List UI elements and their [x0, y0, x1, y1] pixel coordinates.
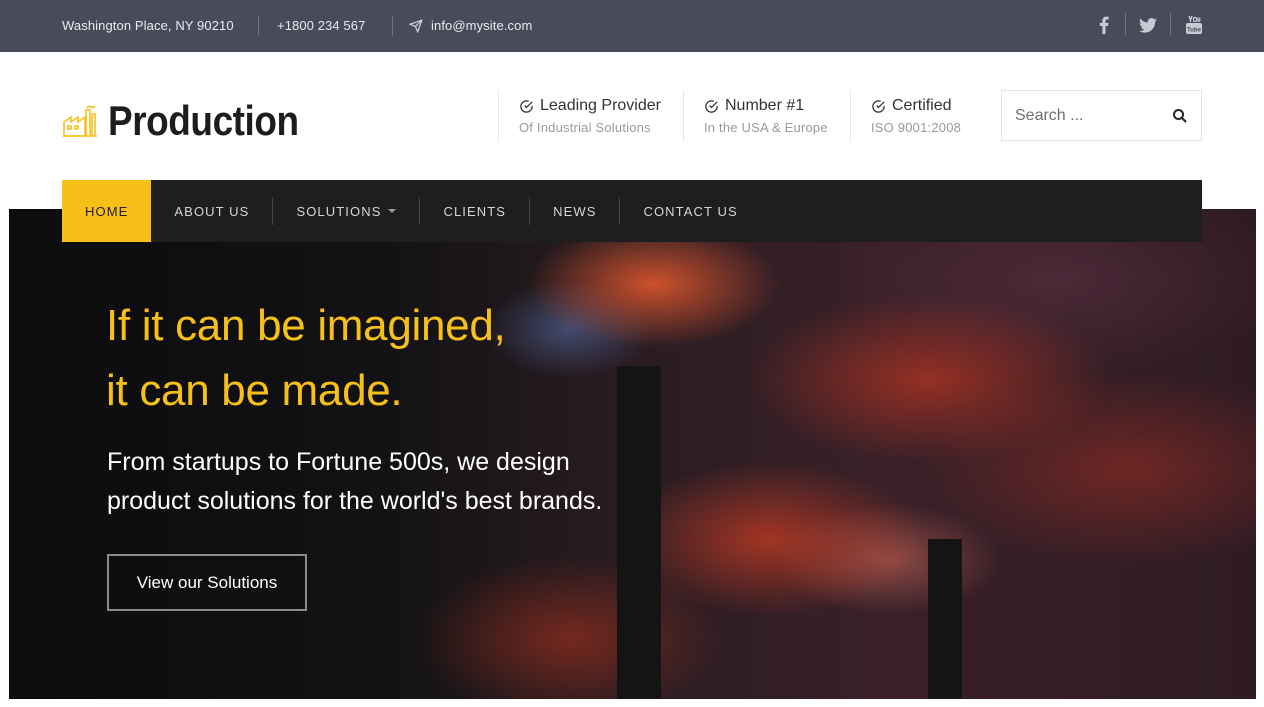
chimney-image	[617, 366, 661, 699]
top-bar: Washington Place, NY 90210 +1800 234 567…	[0, 0, 1264, 52]
hero-title-line1: If it can be imagined,	[106, 301, 506, 350]
feature-title: Certified	[892, 97, 952, 114]
nav-solutions[interactable]: SOLUTIONS	[273, 180, 419, 242]
check-circle-icon	[705, 99, 718, 113]
feature-number-one: Number #1 In the USA & Europe	[683, 90, 828, 142]
nav-label: SOLUTIONS	[296, 203, 382, 219]
view-solutions-button[interactable]: View our Solutions	[107, 554, 307, 611]
brand-name: Production	[108, 97, 299, 144]
youtube-icon[interactable]: Tube	[1183, 14, 1205, 36]
paper-plane-icon	[409, 18, 423, 33]
divider	[1125, 12, 1126, 36]
feature-subtitle: In the USA & Europe	[704, 120, 828, 135]
factory-icon	[63, 105, 97, 137]
nav-label: NEWS	[553, 203, 597, 219]
feature-title: Number #1	[725, 97, 805, 114]
nav-home[interactable]: HOME	[62, 180, 152, 242]
divider	[392, 16, 393, 36]
hero-title-line2: it can be made.	[106, 366, 403, 415]
divider	[1170, 12, 1171, 36]
hero-banner: If it can be imagined, it can be made. F…	[9, 209, 1256, 699]
address-text: Washington Place, NY 90210	[62, 18, 234, 33]
feature-certified: Certified ISO 9001:2008	[850, 90, 961, 142]
search-box	[1001, 90, 1202, 141]
feature-leading-provider: Leading Provider Of Industrial Solutions	[498, 90, 661, 142]
facebook-icon[interactable]	[1093, 14, 1115, 36]
nav-news[interactable]: NEWS	[530, 180, 619, 242]
feature-subtitle: Of Industrial Solutions	[519, 120, 651, 135]
nav-clients[interactable]: CLIENTS	[420, 180, 529, 242]
hero-subtitle-line1: From startups to Fortune 500s, we design	[107, 448, 570, 476]
svg-text:Tube: Tube	[1187, 28, 1202, 34]
main-nav: HOME ABOUT US SOLUTIONS CLIENTS NEWS CON…	[62, 180, 1202, 242]
search-icon[interactable]	[1172, 108, 1188, 124]
nav-contact-us[interactable]: CONTACT US	[620, 180, 760, 242]
search-input[interactable]	[1015, 103, 1165, 129]
chimney-image	[928, 539, 962, 699]
nav-label: ABOUT US	[174, 203, 250, 219]
caret-down-icon	[388, 209, 397, 213]
divider	[258, 16, 259, 36]
nav-label: HOME	[85, 203, 129, 219]
check-circle-icon	[520, 99, 533, 113]
nav-about-us[interactable]: ABOUT US	[151, 180, 272, 242]
check-circle-icon	[872, 99, 885, 113]
hero-subtitle-line2: product solutions for the world's best b…	[107, 487, 603, 515]
feature-title: Leading Provider	[540, 97, 661, 114]
logo[interactable]: Production	[62, 97, 325, 145]
nav-label: CONTACT US	[643, 203, 738, 219]
twitter-icon[interactable]	[1137, 14, 1159, 36]
email-text: info@mysite.com	[431, 18, 533, 33]
phone-text: +1800 234 567	[277, 18, 366, 33]
email-link[interactable]: info@mysite.com	[409, 18, 532, 33]
feature-subtitle: ISO 9001:2008	[871, 120, 962, 135]
nav-label: CLIENTS	[443, 203, 507, 219]
